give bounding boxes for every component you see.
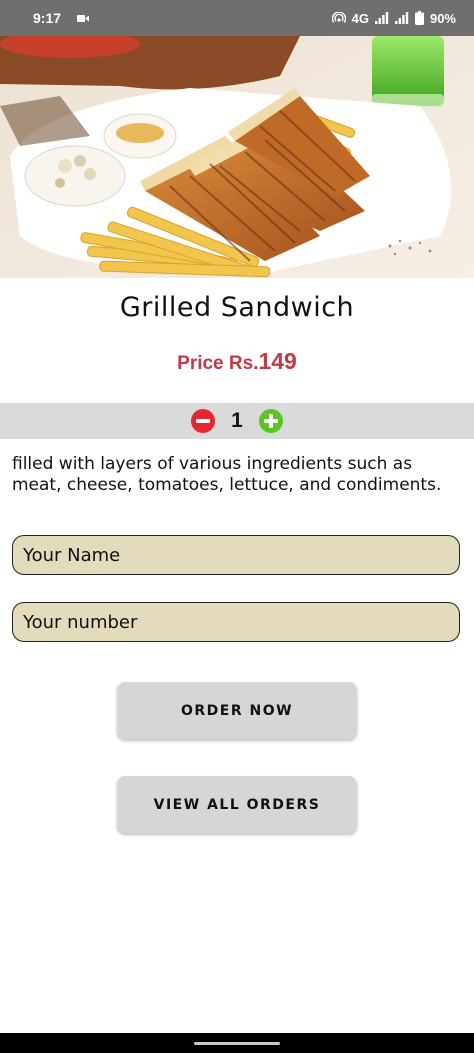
product-title: Grilled Sandwich (119, 292, 355, 323)
signal-icon (374, 12, 389, 24)
price-value: 149 (258, 348, 297, 374)
plus-circle-icon[interactable] (259, 409, 283, 433)
hotspot-icon (331, 12, 346, 24)
battery-icon (414, 11, 424, 25)
signal-icon (394, 12, 409, 24)
price-label: Price Rs. (177, 353, 259, 374)
network-type: 4G (351, 10, 369, 26)
order-now-button[interactable]: ORDER NOW (117, 682, 357, 739)
battery-percent: 90% (429, 10, 456, 26)
view-all-orders-button[interactable]: VIEW ALL ORDERS (117, 776, 357, 833)
status-bar: 9:17 4G 90% (0, 0, 474, 36)
quantity-stepper: 1 (0, 403, 474, 439)
status-time: 9:17 (33, 10, 62, 26)
number-input[interactable] (12, 602, 460, 642)
product-screen: 9:17 4G 90% Grilled Sandwich Price Rs.14… (0, 0, 474, 1053)
product-image (0, 36, 474, 278)
name-input[interactable] (12, 535, 460, 575)
product-description: filled with layers of various ingredient… (12, 454, 442, 495)
navigation-bar (0, 1033, 474, 1053)
video-record-icon (77, 10, 90, 26)
home-gesture-handle[interactable] (194, 1042, 280, 1045)
minus-circle-icon[interactable] (191, 409, 215, 433)
product-price: Price Rs.149 (0, 348, 474, 375)
quantity-value: 1 (231, 409, 243, 432)
